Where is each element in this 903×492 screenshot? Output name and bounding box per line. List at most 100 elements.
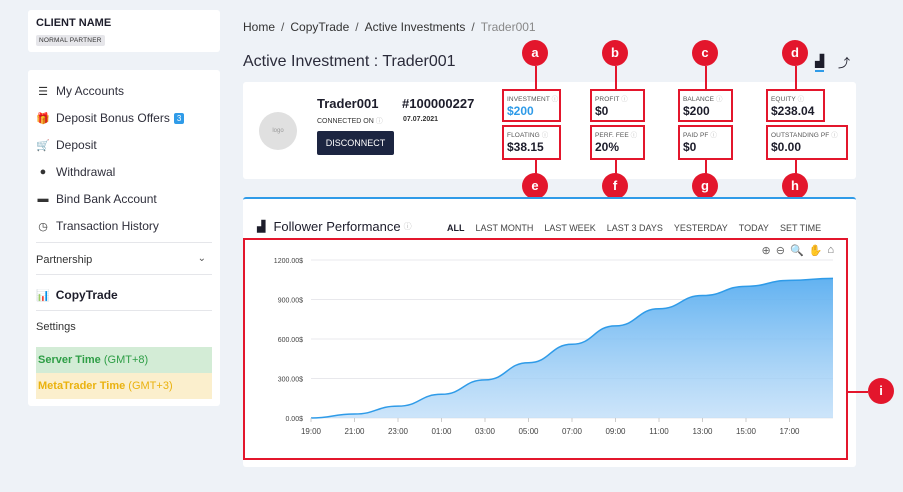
client-card: CLIENT NAME NORMAL PARTNER: [28, 10, 220, 52]
stat-floating: FLOATING ⓘ $38.15: [502, 125, 561, 160]
x-tick-label: 05:00: [518, 427, 539, 436]
time-filter-bar: ALL LAST MONTH LAST WEEK LAST 3 DAYS YES…: [447, 223, 821, 233]
zoom-in-icon[interactable]: ⊕: [762, 244, 771, 257]
x-tick-label: 11:00: [649, 427, 669, 436]
stat-paid-pf: PAID PF ⓘ $0: [678, 125, 733, 160]
trader-id: #100000227: [402, 96, 475, 111]
info-icon: ⓘ: [795, 96, 805, 103]
x-tick-label: 21:00: [344, 427, 365, 436]
withdraw-icon: ●: [39, 166, 47, 178]
sidebar-item-label: Transaction History: [56, 219, 159, 233]
trader-name: Trader001: [317, 96, 379, 111]
sidebar-item-label: Deposit Bonus Offers: [56, 111, 170, 125]
sidebar-item-deposit[interactable]: 🛒 Deposit: [36, 138, 97, 152]
annotation-connector: [848, 391, 868, 393]
performance-title: Follower Performance: [273, 219, 401, 234]
filter-all[interactable]: ALL: [447, 223, 465, 233]
breadcrumb: Home / CopyTrade / Active Investments / Trader…: [243, 20, 536, 34]
annotation-marker-h: h: [782, 173, 808, 199]
chart-toolbar: ⊕ ⊖ 🔍 ✋ ⌂: [762, 244, 835, 257]
connected-date: 07.07.2021: [403, 116, 439, 123]
stat-value: 20%: [595, 140, 620, 154]
reset-home-icon[interactable]: ⌂: [827, 244, 834, 257]
partner-tier-badge: NORMAL PARTNER: [36, 35, 105, 46]
info-icon: ⓘ: [829, 132, 838, 139]
list-icon: ☰: [38, 85, 48, 98]
performance-area-chart: 0.00$ 300.00$ 600.00$ 900.00$ 1200.00$ 19:00 2…: [274, 258, 834, 436]
filter-last-month[interactable]: LAST MONTH: [476, 223, 534, 233]
sidebar-item-withdrawal[interactable]: ● Withdrawal: [36, 165, 116, 179]
settings-section[interactable]: Settings: [36, 321, 76, 333]
annotation-marker-c: c: [692, 40, 718, 66]
sidebar-item-label: Deposit: [56, 138, 97, 152]
annotation-connector: [705, 66, 707, 90]
info-icon: ⓘ: [708, 132, 718, 139]
server-time-label: Server Time: [38, 354, 101, 366]
cart-icon: 🛒: [36, 139, 50, 152]
x-tick-label: 23:00: [388, 427, 409, 436]
annotation-connector: [535, 66, 537, 90]
performance-chart: ⊕ ⊖ 🔍 ✋ ⌂ 0.00$ 300.00$ 600.00$ 900.00$ 1200…: [243, 238, 848, 460]
performance-header: ▟ Follower Performance ⓘ: [257, 219, 412, 234]
pan-icon[interactable]: ✋: [809, 244, 823, 257]
stat-equity: EQUITY ⓘ $238.04: [766, 89, 825, 122]
stat-value: $0: [683, 140, 697, 154]
x-tick-label: 13:00: [692, 427, 713, 436]
stat-value: $238.04: [771, 104, 815, 118]
stat-balance: BALANCE ⓘ $200: [678, 89, 733, 122]
x-tick-label: 15:00: [736, 427, 757, 436]
sidebar-item-transaction-history[interactable]: ◷ Transaction History: [36, 219, 159, 233]
partnership-section[interactable]: Partnership: [36, 254, 92, 266]
stat-perf-fee: PERF. FEE ⓘ 20%: [590, 125, 645, 160]
y-tick-label: 0.00$: [285, 416, 303, 423]
sidebar-item-label: Bind Bank Account: [56, 192, 157, 206]
area-chart-toggle-icon[interactable]: ▟: [815, 54, 825, 72]
y-tick-label: 300.00$: [278, 377, 303, 384]
stat-value: $0.00: [771, 140, 802, 154]
annotation-marker-a: a: [522, 40, 548, 66]
stat-value: $200: [683, 104, 710, 118]
chart-icon: 📊: [36, 289, 50, 302]
info-icon: ⓘ: [619, 96, 628, 103]
info-icon: ⓘ: [714, 96, 723, 103]
trader-avatar: logo: [259, 112, 297, 150]
filter-set-time[interactable]: SET TIME: [780, 223, 821, 233]
annotation-marker-e: e: [522, 173, 548, 199]
y-tick-label: 600.00$: [278, 337, 303, 344]
filter-last-3-days[interactable]: LAST 3 DAYS: [607, 223, 663, 233]
stat-value: $0: [595, 104, 609, 118]
chevron-down-icon[interactable]: ⌄: [198, 253, 206, 264]
x-tick-label: 17:00: [779, 427, 800, 436]
filter-today[interactable]: TODAY: [739, 223, 769, 233]
info-icon: ⓘ: [628, 132, 638, 139]
filter-yesterday[interactable]: YESTERDAY: [674, 223, 728, 233]
breadcrumb-active-investments[interactable]: Active Investments: [365, 20, 466, 34]
sidebar-nav: ☰ My Accounts 🎁 Deposit Bonus Offers 3 🛒…: [28, 70, 220, 406]
divider: [36, 310, 212, 311]
zoom-select-icon[interactable]: 🔍: [790, 244, 804, 257]
filter-last-week[interactable]: LAST WEEK: [544, 223, 595, 233]
y-tick-label: 1200.00$: [274, 258, 303, 265]
annotation-marker-g: g: [692, 173, 718, 199]
sidebar-item-copytrade[interactable]: 📊 CopyTrade: [36, 288, 118, 302]
breadcrumb-current: Trader001: [480, 20, 536, 34]
sidebar-item-bind-bank[interactable]: ▬ Bind Bank Account: [36, 192, 157, 206]
gift-icon: 🎁: [36, 112, 50, 125]
sidebar-item-label: CopyTrade: [55, 288, 118, 302]
sidebar-item-label: Withdrawal: [56, 165, 116, 179]
mt-time-label: MetaTrader Time: [38, 380, 126, 392]
zoom-out-icon[interactable]: ⊖: [776, 244, 785, 257]
breadcrumb-home[interactable]: Home: [243, 20, 275, 34]
annotation-marker-f: f: [602, 173, 628, 199]
line-chart-toggle-icon[interactable]: ⤴: [838, 54, 850, 71]
x-tick-label: 19:00: [301, 427, 322, 436]
bonus-count-badge: 3: [173, 112, 185, 124]
sidebar-item-my-accounts[interactable]: ☰ My Accounts: [36, 84, 124, 98]
sidebar-item-label: My Accounts: [56, 84, 125, 98]
sidebar-item-deposit-bonus[interactable]: 🎁 Deposit Bonus Offers 3: [36, 111, 185, 125]
page-title: Active Investment : Trader001: [243, 53, 456, 70]
server-time-bar: Server Time (GMT+8): [36, 347, 212, 373]
disconnect-button[interactable]: DISCONNECT: [317, 131, 394, 155]
breadcrumb-copytrade[interactable]: CopyTrade: [290, 20, 349, 34]
area-chart-icon: ▟: [257, 221, 266, 233]
